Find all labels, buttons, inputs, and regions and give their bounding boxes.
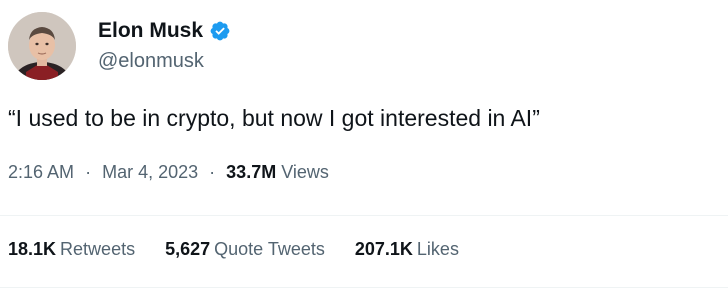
likes-stat[interactable]: 207.1K Likes [355, 237, 459, 261]
likes-count: 207.1K [354, 239, 413, 259]
divider [0, 215, 728, 216]
tweet-header: Elon Musk @elonmusk [8, 12, 231, 80]
quote-tweets-stat[interactable]: 5,627 Quote Tweets [165, 237, 325, 261]
tweet-time[interactable]: 2:16 AM [8, 162, 74, 182]
quote-tweets-label: Quote Tweets [214, 239, 325, 259]
author-names: Elon Musk @elonmusk [98, 18, 231, 74]
tweet-stats: 18.1K Retweets 5,627 Quote Tweets 207.1K Li… [8, 237, 489, 261]
retweets-count: 18.1K [8, 239, 57, 259]
retweets-stat[interactable]: 18.1K Retweets [8, 237, 135, 261]
avatar-image [8, 12, 76, 80]
views-count[interactable]: 33.7M [226, 162, 276, 182]
handle[interactable]: @elonmusk [98, 48, 231, 74]
tweet-card: Elon Musk @elonmusk “I used to be in cry… [0, 0, 728, 296]
tweet-text: “I used to be in crypto, but now I got i… [8, 105, 540, 131]
quote-tweets-count: 5,627 [165, 239, 211, 259]
tweet-meta: 2:16 AM · Mar 4, 2023 · 33.7M Views [8, 160, 329, 184]
tweet-date[interactable]: Mar 4, 2023 [102, 162, 198, 182]
divider [0, 287, 728, 288]
views-label: Views [281, 162, 329, 182]
avatar[interactable] [8, 12, 76, 80]
likes-label: Likes [416, 239, 459, 259]
retweets-label: Retweets [60, 239, 136, 259]
display-name[interactable]: Elon Musk [98, 18, 203, 44]
name-row: Elon Musk [98, 18, 231, 44]
meta-separator: · [85, 162, 92, 182]
meta-separator: · [209, 162, 216, 182]
verified-badge-icon[interactable] [209, 20, 231, 42]
